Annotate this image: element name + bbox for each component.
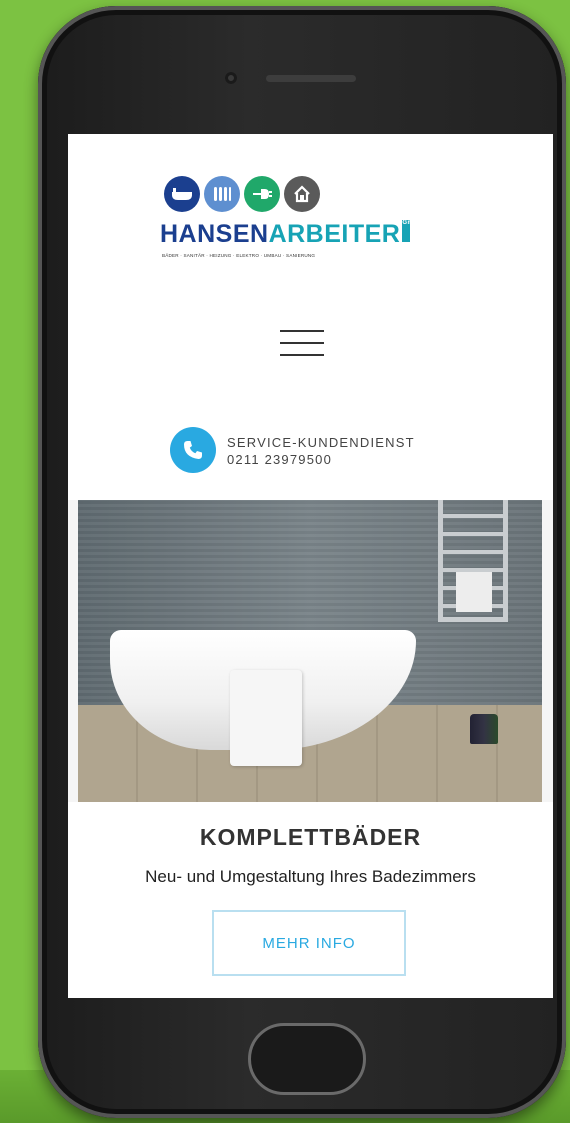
earpiece-speaker — [266, 75, 356, 82]
logo-suffix: GmbH — [402, 220, 422, 242]
front-camera — [225, 72, 237, 84]
tub-towel — [230, 670, 302, 766]
plug-icon — [244, 176, 280, 212]
rack-towel — [456, 572, 492, 612]
house-icon — [284, 176, 320, 212]
feature-title: KOMPLETTBÄDER — [199, 824, 422, 850]
logo-wordmark: HANSENARBEITER GmbH — [160, 220, 422, 249]
bathtub-icon — [164, 176, 200, 212]
bottles — [470, 714, 498, 744]
hero-image — [78, 500, 542, 802]
more-info-button[interactable]: MEHR INFO — [212, 910, 406, 976]
logo-name-part2: ARBEITER — [268, 220, 401, 248]
radiator-icon — [204, 176, 240, 212]
logo-name-part1: HANSEN — [160, 220, 269, 248]
logo-tagline: BÄDER · SANITÄR · HEIZUNG · ELEKTRO · UM… — [162, 253, 316, 258]
company-logo[interactable]: HANSENARBEITER GmbH BÄDER · SANITÄR · HEI… — [158, 176, 468, 266]
hamburger-menu-icon[interactable] — [280, 330, 324, 356]
phone-screen: HANSENARBEITER GmbH BÄDER · SANITÄR · HEI… — [68, 134, 553, 998]
phone-icon — [170, 427, 216, 473]
service-label: SERVICE-KUNDENDIENST — [227, 435, 415, 450]
feature-subtitle: Neu- und Umgestaltung Ihres Badezimmers — [145, 867, 476, 886]
home-button[interactable] — [248, 1023, 366, 1095]
feature-section: KOMPLETTBÄDER Neu- und Umgestaltung Ihre… — [68, 802, 553, 998]
service-hotline[interactable]: SERVICE-KUNDENDIENST 0211 23979500 — [170, 427, 460, 477]
site-header: HANSENARBEITER GmbH BÄDER · SANITÄR · HEI… — [68, 134, 553, 500]
service-phone-number[interactable]: 0211 23979500 — [227, 452, 332, 467]
